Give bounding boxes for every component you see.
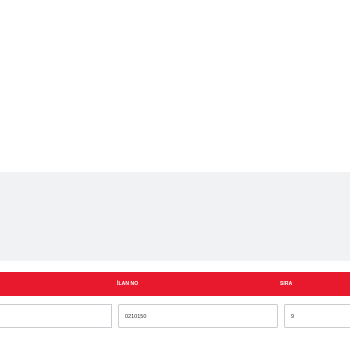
sira-cell[interactable]: 9 bbox=[284, 304, 350, 328]
table-header: İLAN NO SIRA bbox=[0, 272, 350, 296]
table-row: 0210150 9 bbox=[0, 304, 350, 328]
sira-value: 9 bbox=[291, 314, 295, 320]
ilan-no-value: 0210150 bbox=[125, 314, 147, 320]
page: İLAN NO SIRA 0210150 9 bbox=[0, 0, 350, 350]
content-band bbox=[0, 172, 350, 261]
column-header-ilan-no: İLAN NO bbox=[117, 281, 139, 287]
ilan-no-cell[interactable]: 0210150 bbox=[118, 304, 278, 328]
column-header-sira: SIRA bbox=[280, 281, 293, 287]
row-spacer-cell bbox=[0, 304, 112, 328]
